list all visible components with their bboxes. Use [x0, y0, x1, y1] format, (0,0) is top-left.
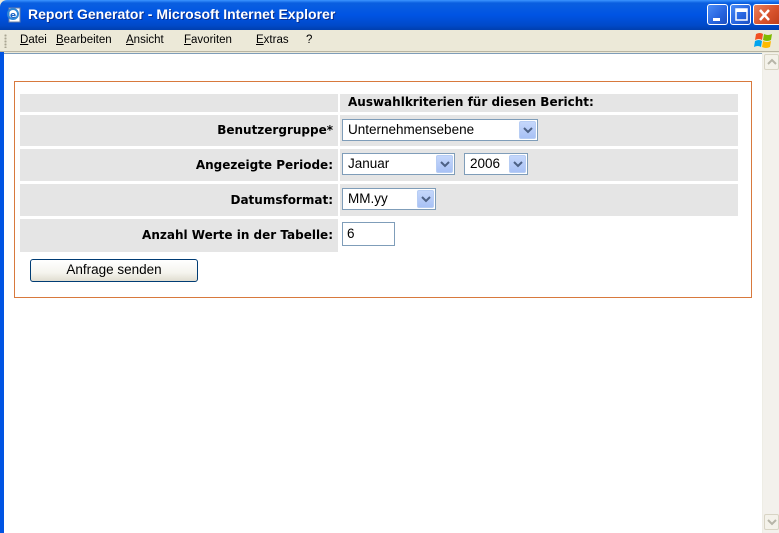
- windows-logo-icon: [752, 31, 776, 51]
- title-bar[interactable]: e Report Generator - Microsoft Internet …: [0, 0, 779, 30]
- toolbar-grip[interactable]: [4, 34, 7, 48]
- year-value: 2006: [470, 156, 501, 171]
- ie-page-icon: e: [6, 6, 24, 24]
- date-format-row: Datumsformat: MM.yy: [20, 184, 738, 216]
- user-group-value: Unternehmensebene: [348, 122, 475, 137]
- chevron-down-icon[interactable]: [519, 121, 536, 139]
- chevron-down-icon[interactable]: [509, 155, 526, 173]
- menu-extras[interactable]: Extras: [256, 34, 289, 46]
- user-group-row: Benutzergruppe* Unternehmensebene: [20, 115, 738, 146]
- date-format-value: MM.yy: [348, 191, 388, 206]
- scroll-down-button[interactable]: [764, 514, 779, 530]
- criteria-header-row: Auswahlkriterien für diesen Bericht:: [20, 94, 738, 112]
- maximize-icon: [735, 8, 748, 21]
- value-count-row: Anzahl Werte in der Tabelle: 6: [20, 219, 738, 252]
- value-count-cell: 6: [340, 219, 738, 252]
- window-title: Report Generator - Microsoft Internet Ex…: [28, 6, 336, 22]
- close-button[interactable]: [753, 4, 779, 25]
- month-value: Januar: [348, 156, 390, 171]
- value-count-input[interactable]: 6: [342, 222, 395, 246]
- menu-bar: Datei Bearbeiten Ansicht Favoriten Extra…: [0, 30, 779, 52]
- header-spacer: [20, 94, 338, 112]
- scroll-up-button[interactable]: [764, 54, 779, 70]
- chevron-down-icon[interactable]: [417, 190, 434, 208]
- user-group-cell: Unternehmensebene: [340, 115, 738, 146]
- maximize-button[interactable]: [730, 4, 751, 25]
- date-format-select[interactable]: MM.yy: [342, 188, 436, 210]
- page-content: Auswahlkriterien für diesen Bericht: Ben…: [4, 53, 762, 533]
- criteria-heading: Auswahlkriterien für diesen Bericht:: [348, 95, 594, 109]
- menu-help[interactable]: ?: [306, 34, 312, 46]
- chevron-down-icon[interactable]: [436, 155, 453, 173]
- minimize-icon: [713, 18, 720, 21]
- menu-datei[interactable]: Datei: [20, 34, 47, 46]
- period-row: Angezeigte Periode: Januar 2006: [20, 149, 738, 181]
- date-format-cell: MM.yy: [340, 184, 738, 216]
- menu-ansicht[interactable]: Ansicht: [126, 34, 164, 46]
- chevron-down-icon: [767, 519, 777, 526]
- vertical-scrollbar[interactable]: [762, 53, 779, 533]
- menu-favoriten[interactable]: Favoriten: [184, 34, 232, 46]
- date-format-label: Datumsformat:: [20, 184, 338, 216]
- header-cell: Auswahlkriterien für diesen Bericht:: [340, 94, 738, 112]
- close-icon: [759, 9, 770, 21]
- submit-request-button[interactable]: Anfrage senden: [30, 259, 198, 282]
- year-select[interactable]: 2006: [464, 153, 528, 175]
- month-select[interactable]: Januar: [342, 153, 455, 175]
- user-group-select[interactable]: Unternehmensebene: [342, 119, 538, 141]
- period-label: Angezeigte Periode:: [20, 149, 338, 181]
- svg-text:e: e: [10, 11, 16, 21]
- value-count-label: Anzahl Werte in der Tabelle:: [20, 219, 338, 252]
- period-cell: Januar 2006: [340, 149, 738, 181]
- minimize-button[interactable]: [707, 4, 728, 25]
- user-group-label: Benutzergruppe*: [20, 115, 338, 146]
- chevron-up-icon: [767, 58, 777, 65]
- menu-bearbeiten[interactable]: Bearbeiten: [56, 34, 112, 46]
